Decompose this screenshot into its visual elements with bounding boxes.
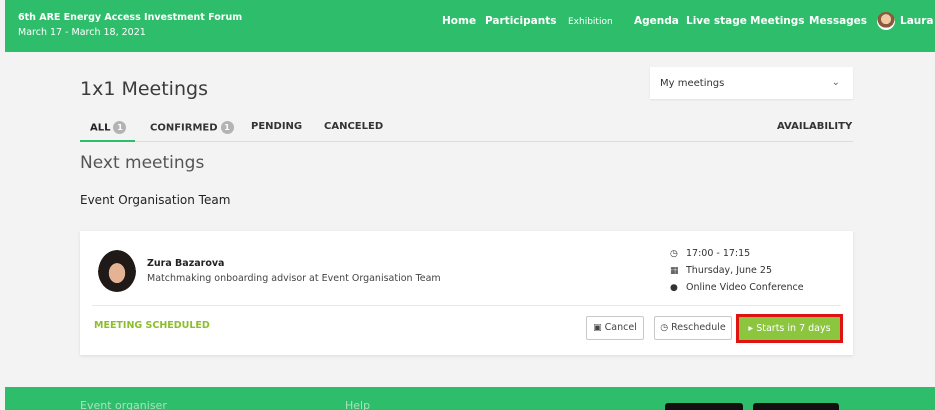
calendar-icon: ▦ (670, 266, 679, 276)
user-avatar[interactable] (877, 12, 895, 30)
participant-role: Matchmaking onboarding advisor at Event … (147, 273, 441, 284)
active-tab-indicator (80, 140, 135, 142)
event-dates: March 17 - March 18, 2021 (18, 27, 146, 38)
tab-canceled[interactable]: CANCELED (324, 121, 383, 132)
tab-all-count: 1 (113, 121, 127, 134)
clock-icon: ◷ (670, 249, 678, 259)
clock-icon: ◷ (660, 323, 669, 333)
cancel-icon: ▣ (593, 323, 602, 333)
nav-live-stage[interactable]: Live stage (686, 15, 747, 27)
tab-confirmed-count: 1 (220, 121, 234, 134)
participant-avatar[interactable] (98, 250, 136, 292)
footer: Event organiser Help (5, 387, 935, 410)
cancel-button-label: Cancel (604, 322, 637, 333)
top-navigation-bar: 6th ARE Energy Access Investment Forum M… (5, 0, 935, 52)
meetings-filter-select[interactable]: My meetings ⌄ (650, 67, 853, 99)
tab-confirmed[interactable]: CONFIRMED 1 (150, 121, 234, 134)
tab-availability[interactable]: AVAILABILITY (777, 121, 852, 132)
page-title: 1x1 Meetings (80, 78, 208, 100)
location-pin-icon: ● (670, 283, 678, 293)
footer-event-organiser[interactable]: Event organiser (80, 399, 167, 410)
meetings-filter-value: My meetings (660, 78, 725, 89)
nav-participants[interactable]: Participants (485, 15, 556, 27)
reschedule-button[interactable]: ◷ Reschedule (654, 316, 732, 340)
meeting-date: ▦ Thursday, June 25 (670, 265, 772, 276)
tab-pending[interactable]: PENDING (251, 121, 302, 132)
start-meeting-button[interactable]: ▸ Starts in 7 days (739, 317, 840, 340)
highlight-box: ▸ Starts in 7 days (736, 314, 843, 343)
reschedule-button-label: Reschedule (671, 322, 726, 333)
meeting-time: ◷ 17:00 - 17:15 (670, 248, 750, 259)
nav-meetings[interactable]: Meetings (750, 15, 805, 27)
user-name[interactable]: Laura (900, 15, 934, 27)
google-play-badge[interactable] (753, 403, 839, 410)
meeting-location: ● Online Video Conference (670, 282, 804, 293)
app-store-badge[interactable] (665, 403, 743, 410)
nav-agenda[interactable]: Agenda (634, 15, 679, 27)
start-meeting-button-label: Starts in 7 days (756, 323, 831, 334)
cancel-button[interactable]: ▣ Cancel (586, 316, 644, 340)
chevron-down-icon: ⌄ (831, 77, 840, 88)
group-name: Event Organisation Team (80, 193, 231, 207)
nav-exhibition[interactable]: Exhibition (568, 17, 613, 27)
video-camera-icon: ▸ (748, 323, 754, 334)
nav-messages[interactable]: Messages (809, 15, 867, 27)
meeting-card: Zura Bazarova Matchmaking onboarding adv… (80, 231, 853, 355)
tab-confirmed-label: CONFIRMED (150, 122, 218, 134)
nav-home[interactable]: Home (442, 15, 476, 27)
tab-all-label: ALL (90, 122, 111, 134)
footer-help[interactable]: Help (345, 399, 370, 410)
meeting-time-text: 17:00 - 17:15 (686, 248, 751, 259)
participant-name[interactable]: Zura Bazarova (147, 258, 224, 269)
section-title: Next meetings (80, 153, 205, 173)
meeting-location-text: Online Video Conference (686, 282, 804, 293)
meeting-tabs: ALL 1 CONFIRMED 1 PENDING CANCELED AVAILAB… (80, 117, 853, 142)
event-title[interactable]: 6th ARE Energy Access Investment Forum (18, 12, 242, 23)
meeting-date-text: Thursday, June 25 (686, 265, 773, 276)
meeting-status: MEETING SCHEDULED (94, 320, 210, 331)
tab-all[interactable]: ALL 1 (90, 121, 127, 134)
card-divider (92, 305, 841, 306)
